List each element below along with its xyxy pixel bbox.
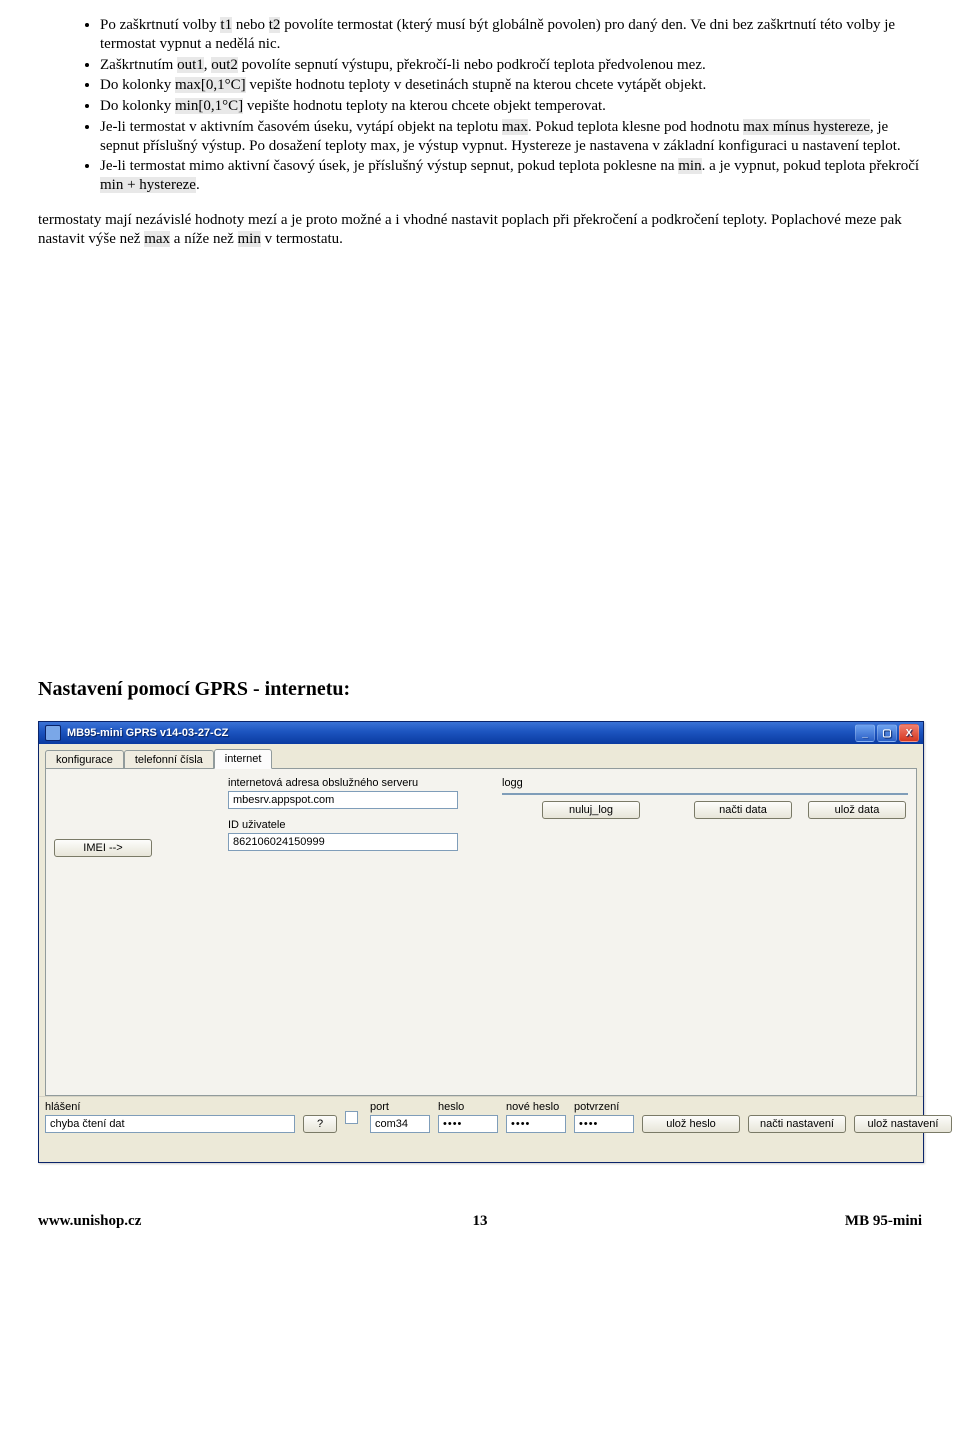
list-item: Je-li termostat mimo aktivní časový úsek…	[100, 157, 922, 195]
scroll-up-icon[interactable]: ▴	[891, 794, 907, 795]
footer-left: www.unishop.cz	[38, 1213, 333, 1230]
log-textarea[interactable]: ▴ ▾ ◂ ▸	[502, 793, 908, 795]
page-footer: www.unishop.cz 13 MB 95-mini	[0, 1183, 960, 1242]
imei-button[interactable]: IMEI -->	[54, 839, 152, 857]
app-window: MB95-mini GPRS v14-03-27-CZ _ ▢ X konfig…	[38, 721, 924, 1163]
list-item: Do kolonky min[0,1°C] vepište hodnotu te…	[100, 97, 922, 116]
scrollbar-horizontal[interactable]: ◂ ▸	[503, 793, 891, 794]
logg-label: logg	[502, 777, 908, 789]
bottom-strip: hlášení chyba čtení dat ? port com34 hes…	[39, 1096, 923, 1139]
help-button[interactable]: ?	[303, 1115, 337, 1133]
footer-page-number: 13	[333, 1213, 628, 1230]
tab-strip: konfigurace telefonní čísla internet	[45, 749, 917, 769]
tab-internet[interactable]: internet	[214, 749, 273, 769]
list-item: Do kolonky max[0,1°C] vepište hodnotu te…	[100, 76, 922, 95]
paragraph: termostaty mají nezávislé hodnoty mezí a…	[38, 211, 922, 249]
page-body: Po zaškrtnutí volby t1 nebo t2 povolíte …	[0, 0, 960, 1183]
maximize-button[interactable]: ▢	[877, 724, 897, 742]
nacti-data-button[interactable]: načti data	[694, 801, 792, 819]
scroll-right-icon[interactable]: ▸	[875, 793, 891, 794]
titlebar: MB95-mini GPRS v14-03-27-CZ _ ▢ X	[39, 722, 923, 744]
nove-heslo-label: nové heslo	[506, 1101, 566, 1113]
list-item: Zaškrtnutím out1, out2 povolíte sepnutí …	[100, 56, 922, 75]
tab-pane-internet: IMEI --> internetová adresa obslužného s…	[45, 768, 917, 1096]
scroll-corner	[890, 793, 907, 794]
bullet-list: Po zaškrtnutí volby t1 nebo t2 povolíte …	[38, 16, 922, 195]
client-area: konfigurace telefonní čísla internet IME…	[39, 744, 923, 1162]
user-id-input[interactable]: 862106024150999	[228, 833, 458, 851]
uloz-data-button[interactable]: ulož data	[808, 801, 906, 819]
footer-right: MB 95-mini	[627, 1213, 922, 1230]
checkbox[interactable]	[345, 1111, 358, 1124]
port-label: port	[370, 1101, 430, 1113]
server-address-label: internetová adresa obslužného serveru	[228, 777, 488, 789]
section-heading: Nastavení pomocí GPRS - internetu:	[38, 678, 922, 701]
heslo-input[interactable]	[438, 1115, 498, 1133]
port-input[interactable]: com34	[370, 1115, 430, 1133]
potvrzeni-label: potvrzení	[574, 1101, 634, 1113]
close-button[interactable]: X	[899, 724, 919, 742]
minimize-button[interactable]: _	[855, 724, 875, 742]
heslo-label: heslo	[438, 1101, 498, 1113]
nacti-nastaveni-button[interactable]: načti nastavení	[748, 1115, 846, 1133]
server-address-input[interactable]: mbesrv.appspot.com	[228, 791, 458, 809]
list-item: Je-li termostat v aktivním časovém úseku…	[100, 118, 922, 156]
list-item: Po zaškrtnutí volby t1 nebo t2 povolíte …	[100, 16, 922, 54]
hlaseni-input[interactable]: chyba čtení dat	[45, 1115, 295, 1133]
window-title: MB95-mini GPRS v14-03-27-CZ	[67, 727, 228, 739]
app-icon	[45, 725, 61, 741]
tab-konfigurace[interactable]: konfigurace	[45, 750, 124, 770]
scroll-left-icon[interactable]: ◂	[503, 793, 519, 794]
nove-heslo-input[interactable]	[506, 1115, 566, 1133]
hlaseni-label: hlášení	[45, 1101, 295, 1113]
tab-telefonni-cisla[interactable]: telefonní čísla	[124, 750, 214, 770]
potvrzeni-input[interactable]	[574, 1115, 634, 1133]
nuluj-log-button[interactable]: nuluj_log	[542, 801, 640, 819]
user-id-label: ID uživatele	[228, 819, 488, 831]
uloz-heslo-button[interactable]: ulož heslo	[642, 1115, 740, 1133]
window-buttons: _ ▢ X	[855, 724, 919, 742]
uloz-nastaveni-button[interactable]: ulož nastavení	[854, 1115, 952, 1133]
